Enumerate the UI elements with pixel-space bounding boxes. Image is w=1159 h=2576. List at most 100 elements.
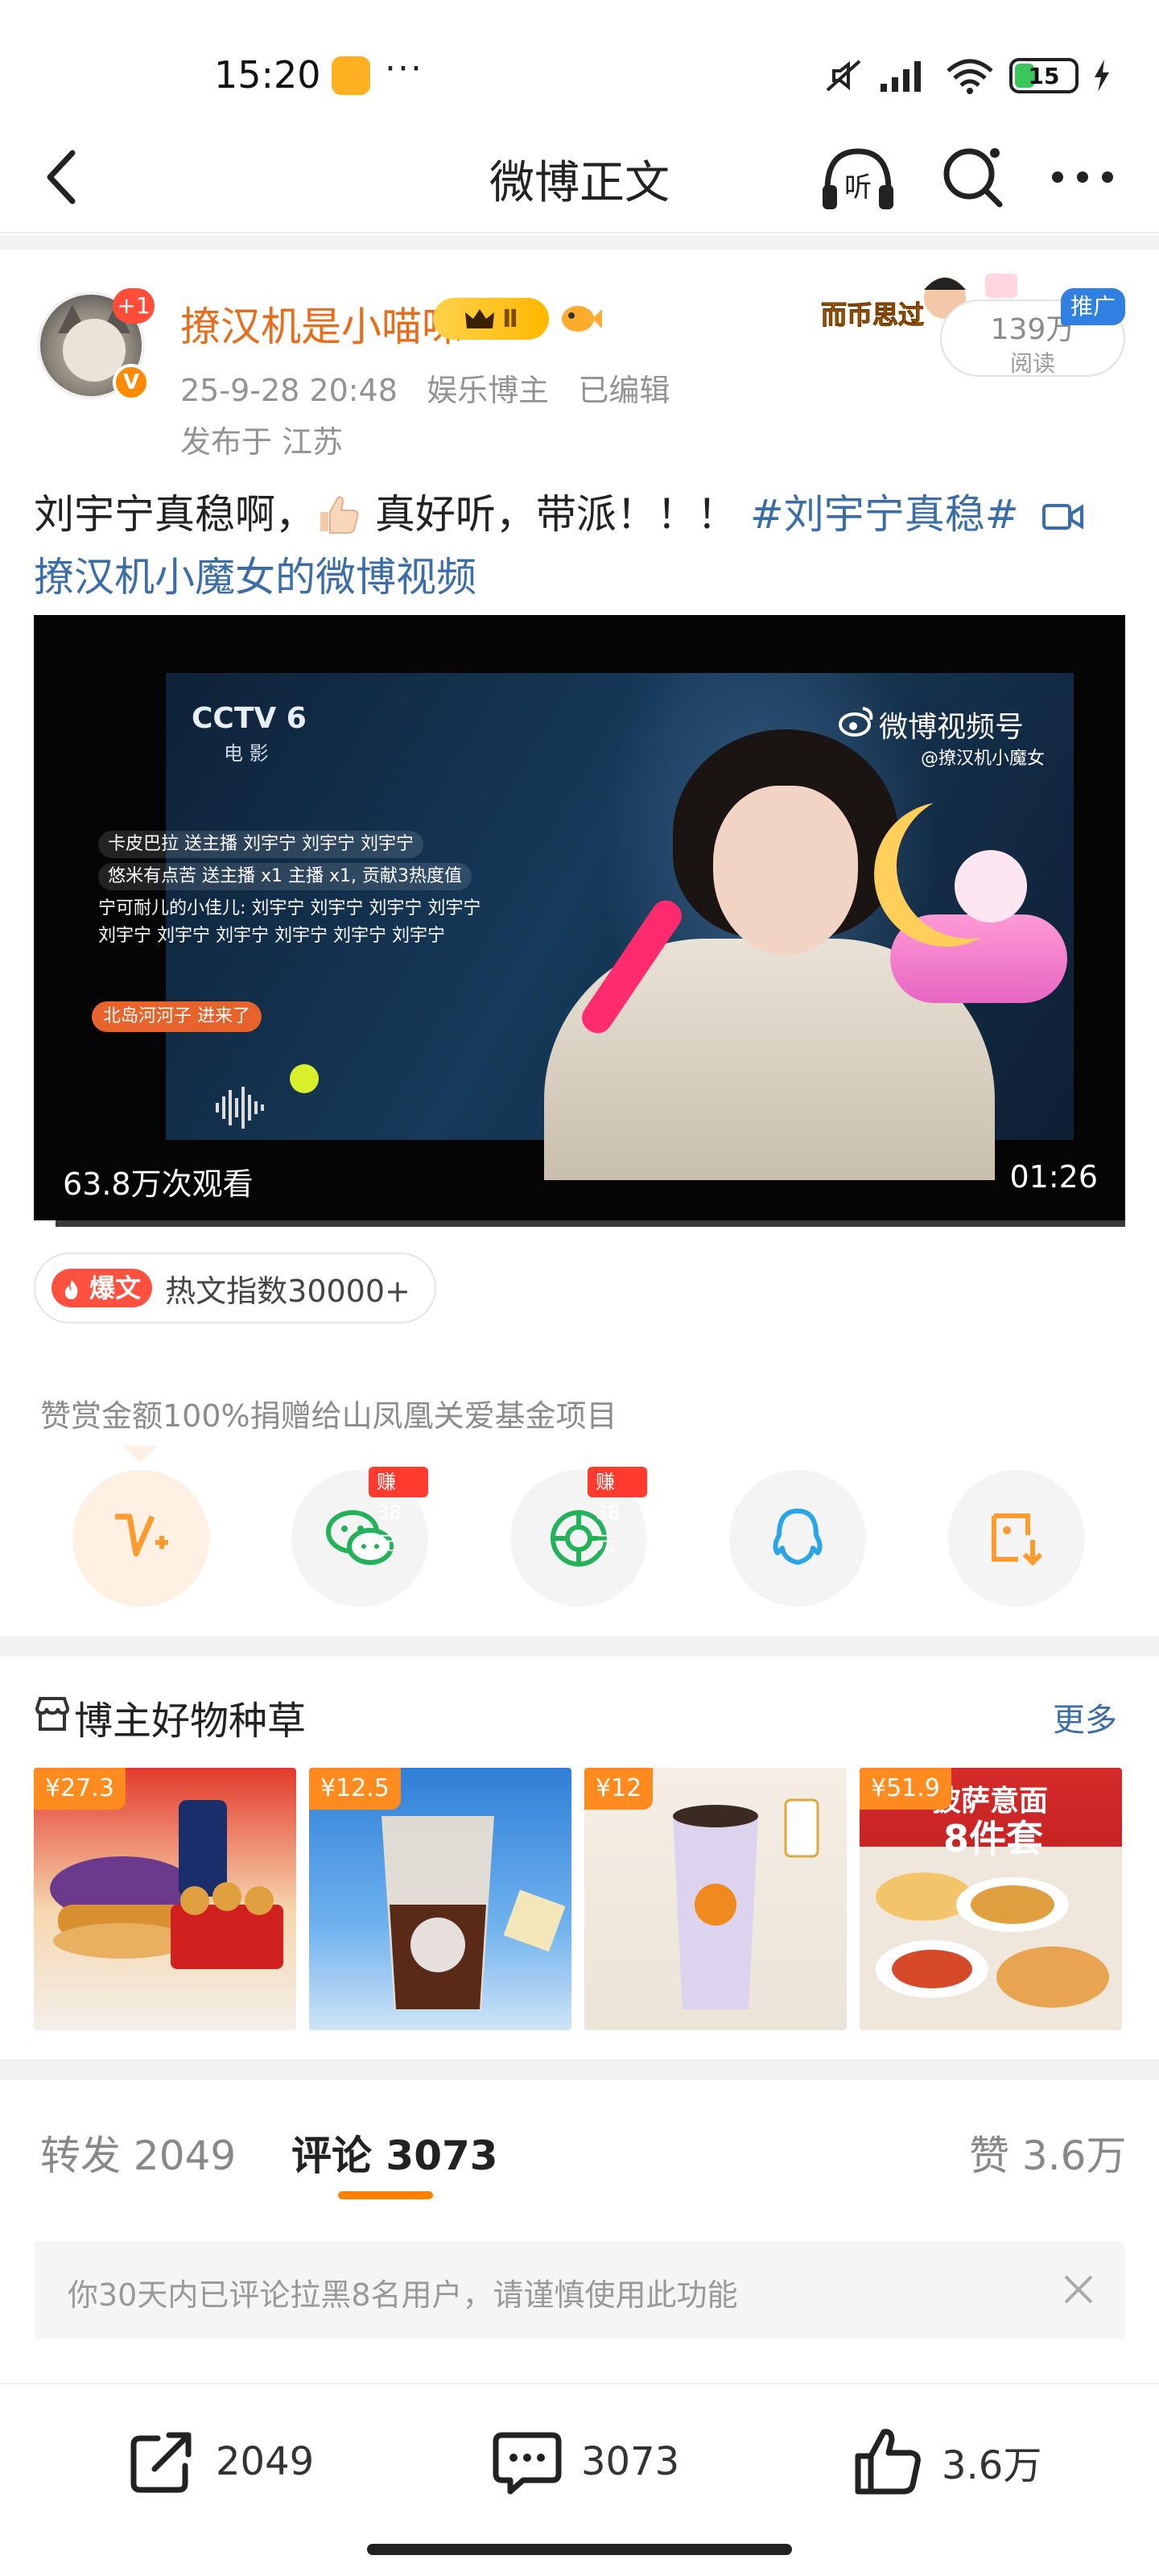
repost-icon: [130, 2432, 192, 2493]
live-comment: 卡皮巴拉 送主播 刘宇宁 刘宇宁 刘宇宁: [98, 831, 423, 858]
video-duration: 01:26: [1009, 1159, 1098, 1195]
enter-notice: 北岛河河子 进来了: [92, 1001, 262, 1032]
flame-icon: [64, 1280, 78, 1299]
earn-tag-wechat: 赚38元: [369, 1467, 428, 1554]
video-link-icon[interactable]: [1041, 501, 1085, 533]
search-icon[interactable]: [935, 138, 1013, 216]
section-divider: [0, 2059, 1159, 2080]
read-label: 阅读: [1009, 350, 1055, 377]
save-image-icon: [992, 1513, 1043, 1567]
live-comment: 悠米有点苦 送主播 x1 主播 x1, 贡献3热度值: [98, 863, 472, 890]
post-text-part1: 刘宇宁真稳啊，: [34, 491, 316, 538]
live-comments: 卡皮巴拉 送主播 刘宇宁 刘宇宁 刘宇宁 悠米有点苦 送主播 x1 主播 x1,…: [98, 831, 533, 950]
post-datetime: 25-9-28 20:48: [180, 373, 398, 408]
video-progress-bar[interactable]: [34, 1220, 1125, 1227]
save-image-button[interactable]: [948, 1470, 1085, 1607]
channel-sub: 电 影: [224, 742, 269, 765]
platform-handle: @撩汉机小魔女: [921, 749, 1046, 769]
post-category: 娱乐博主: [427, 373, 550, 408]
top-nav: 微博正文 听: [0, 129, 1159, 233]
crown-icon: [465, 309, 495, 328]
more-notifications-icon: ···: [385, 48, 423, 89]
donate-text: 赞赏金额100%捐赠给山凤凰关爱基金项目: [40, 1398, 617, 1434]
mute-icon: [826, 60, 861, 92]
notice-text: 你30天内已评论拉黑8名用户，请谨慎使用此功能: [68, 2277, 738, 2313]
platform-logo: 微博视频号: [879, 711, 1025, 744]
product-price: ¥12: [584, 1768, 654, 1810]
comment-count: 3073: [581, 2439, 680, 2484]
svg-text:听: 听: [844, 171, 872, 204]
home-indicator[interactable]: [367, 2544, 792, 2555]
username[interactable]: 撩汉机是小喵咪: [180, 295, 462, 353]
notice-banner: 你30天内已评论拉黑8名用户，请谨慎使用此功能: [34, 2241, 1125, 2339]
comment-icon: [493, 2432, 562, 2495]
product-card[interactable]: ¥27.3: [34, 1768, 296, 2030]
vip-level-badge[interactable]: Ⅱ: [433, 298, 549, 340]
status-bar: 15:20 ··· 15: [0, 0, 1159, 129]
vip-level: Ⅱ: [502, 304, 518, 333]
post-location: 发布于 江苏: [180, 424, 344, 460]
channel-logo: CCTV 6: [192, 702, 307, 735]
product-card[interactable]: ¥12: [584, 1768, 847, 2030]
hot-index-pill[interactable]: 爆文 热文指数30000+: [34, 1253, 436, 1323]
battery-indicator: 15: [1009, 58, 1079, 93]
ad-brand-text: 而币思过: [821, 299, 924, 330]
share-qq-button[interactable]: [729, 1470, 866, 1607]
more-link[interactable]: 更多: [1053, 1694, 1117, 1740]
tab-repost[interactable]: 转发 2049: [40, 2124, 236, 2182]
earn-tag-moments: 赚38元: [588, 1467, 647, 1554]
product-card[interactable]: 披萨意面 8件套 ¥51.9: [860, 1768, 1122, 2030]
repost-count: 2049: [216, 2439, 315, 2484]
like-button[interactable]: 3.6万: [852, 2421, 1041, 2502]
hot-tag: 爆文: [52, 1269, 153, 1307]
product-card[interactable]: ¥12.5: [309, 1768, 571, 2030]
app-notification-icon: [332, 56, 370, 95]
tab-comment[interactable]: 评论 3073: [291, 2124, 498, 2182]
status-time: 15:20: [214, 53, 321, 97]
repost-button[interactable]: 2049: [126, 2421, 314, 2502]
hot-tag-label: 爆文: [89, 1273, 142, 1303]
fish-badge-icon[interactable]: [557, 299, 602, 338]
product-price: ¥12.5: [309, 1768, 401, 1810]
view-count: 63.8万次观看: [63, 1166, 254, 1202]
post-text-part2: 真好听，带派！！！: [362, 491, 750, 538]
tab-like[interactable]: 赞 3.6万: [969, 2124, 1126, 2182]
video-player[interactable]: CCTV 6 电 影 微博视频号 @撩汉机小魔女 卡皮巴拉 送主播 刘宇宁 刘宇…: [34, 615, 1125, 1227]
listen-icon[interactable]: 听: [818, 142, 898, 214]
verified-badge-icon: V: [113, 364, 150, 401]
products-title: 博主好物种草: [74, 1699, 307, 1744]
post-body: 刘宇宁真稳啊， 真好听，带派！！！ #刘宇宁真稳# 撩汉机小魔女的微博视频: [34, 483, 1128, 609]
share-row: 赚38元 赚38元: [0, 1467, 1159, 1607]
ball-sticker: [290, 1064, 319, 1093]
qq-icon: [773, 1509, 823, 1565]
status-icons: 15: [823, 53, 1111, 98]
product-price: ¥51.9: [860, 1768, 951, 1810]
tip-button[interactable]: [72, 1470, 209, 1607]
signal-icon: [881, 61, 921, 92]
promo-tag: 推广: [1061, 288, 1125, 325]
section-divider: [0, 1636, 1159, 1657]
battery-level: 15: [1028, 62, 1060, 89]
tip-icon: [115, 1513, 168, 1557]
thumbs-up-icon: [320, 496, 359, 534]
post-meta: 25-9-28 20:48 娱乐博主 已编辑: [180, 365, 670, 410]
audio-wave-icon: [216, 1087, 264, 1129]
share-moments-button[interactable]: 赚38元: [510, 1467, 647, 1607]
like-count: 3.6万: [942, 2443, 1042, 2488]
active-tab-indicator: [338, 2191, 433, 2199]
product-price: ¥27.3: [34, 1768, 126, 1810]
video-link[interactable]: 撩汉机小魔女的微博视频: [34, 554, 476, 601]
edited-label[interactable]: 已编辑: [578, 373, 670, 408]
close-icon[interactable]: [1059, 2270, 1098, 2309]
live-comment: 宁可耐儿的小佳儿: 刘宇宁 刘宇宁 刘宇宁 刘宇宁: [98, 898, 481, 919]
video-progress-fill: [34, 1220, 56, 1227]
shop-icon: [35, 1697, 70, 1731]
thumbs-up-icon: [855, 2429, 921, 2495]
donate-caret: [122, 1446, 158, 1462]
wifi-icon: [947, 59, 993, 94]
bottom-action-bar: 2049 3073 3.6万: [0, 2383, 1159, 2528]
share-wechat-button[interactable]: 赚38元: [291, 1467, 428, 1607]
topic-link[interactable]: #刘宇宁真稳#: [750, 491, 1019, 538]
comment-button[interactable]: 3073: [491, 2421, 679, 2502]
more-icon[interactable]: [1046, 161, 1119, 193]
